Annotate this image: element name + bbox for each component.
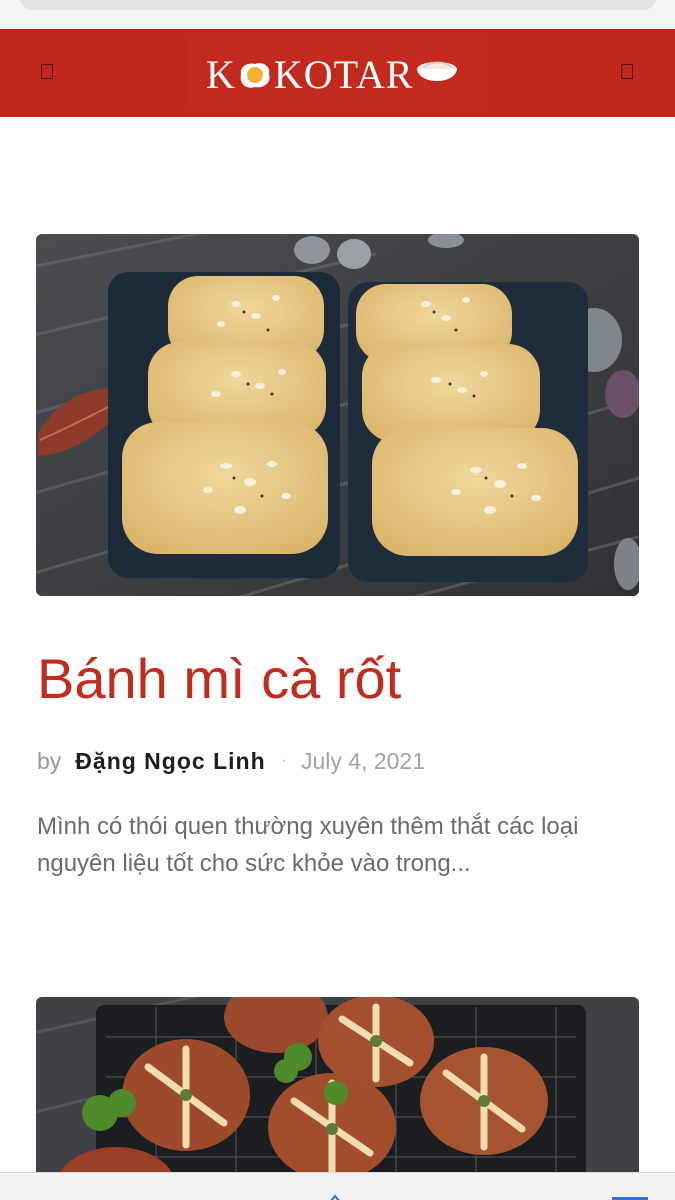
logo[interactable]: K KOTAR (188, 37, 488, 109)
search-icon[interactable] (621, 64, 633, 79)
logo-letter: K (206, 52, 236, 97)
menu-icon[interactable] (41, 64, 53, 79)
post-title[interactable]: Bánh mì cà rốt (37, 645, 401, 713)
fried-egg-icon (237, 60, 273, 90)
logo-wordmark: K KOTAR (206, 52, 459, 97)
post-meta: by Đặng Ngọc Linh · July 4, 2021 (37, 745, 425, 777)
garlic-buns-photo (36, 997, 639, 1197)
bowl-icon (415, 59, 459, 91)
carrot-bread-photo (36, 234, 639, 596)
browser-toolbar (0, 1172, 675, 1200)
page: K KOTAR Bánh mì cà rốt by Đặng Ngọc Linh… (0, 0, 675, 1200)
browser-address-bar-area (0, 0, 675, 28)
site-header: K KOTAR (0, 29, 675, 117)
url-bar[interactable] (20, 0, 656, 10)
logo-text: KOTAR (273, 52, 414, 97)
post-thumbnail[interactable] (36, 997, 639, 1197)
post-excerpt: Mình có thói quen thường xuyên thêm thắt… (37, 813, 579, 877)
meta-separator: · (281, 752, 287, 769)
post-date: July 4, 2021 (300, 747, 425, 774)
by-label: by (37, 747, 62, 774)
author-link[interactable]: Đặng Ngọc Linh (75, 748, 265, 775)
post-thumbnail[interactable] (36, 234, 639, 596)
share-icon[interactable] (328, 1193, 342, 1200)
